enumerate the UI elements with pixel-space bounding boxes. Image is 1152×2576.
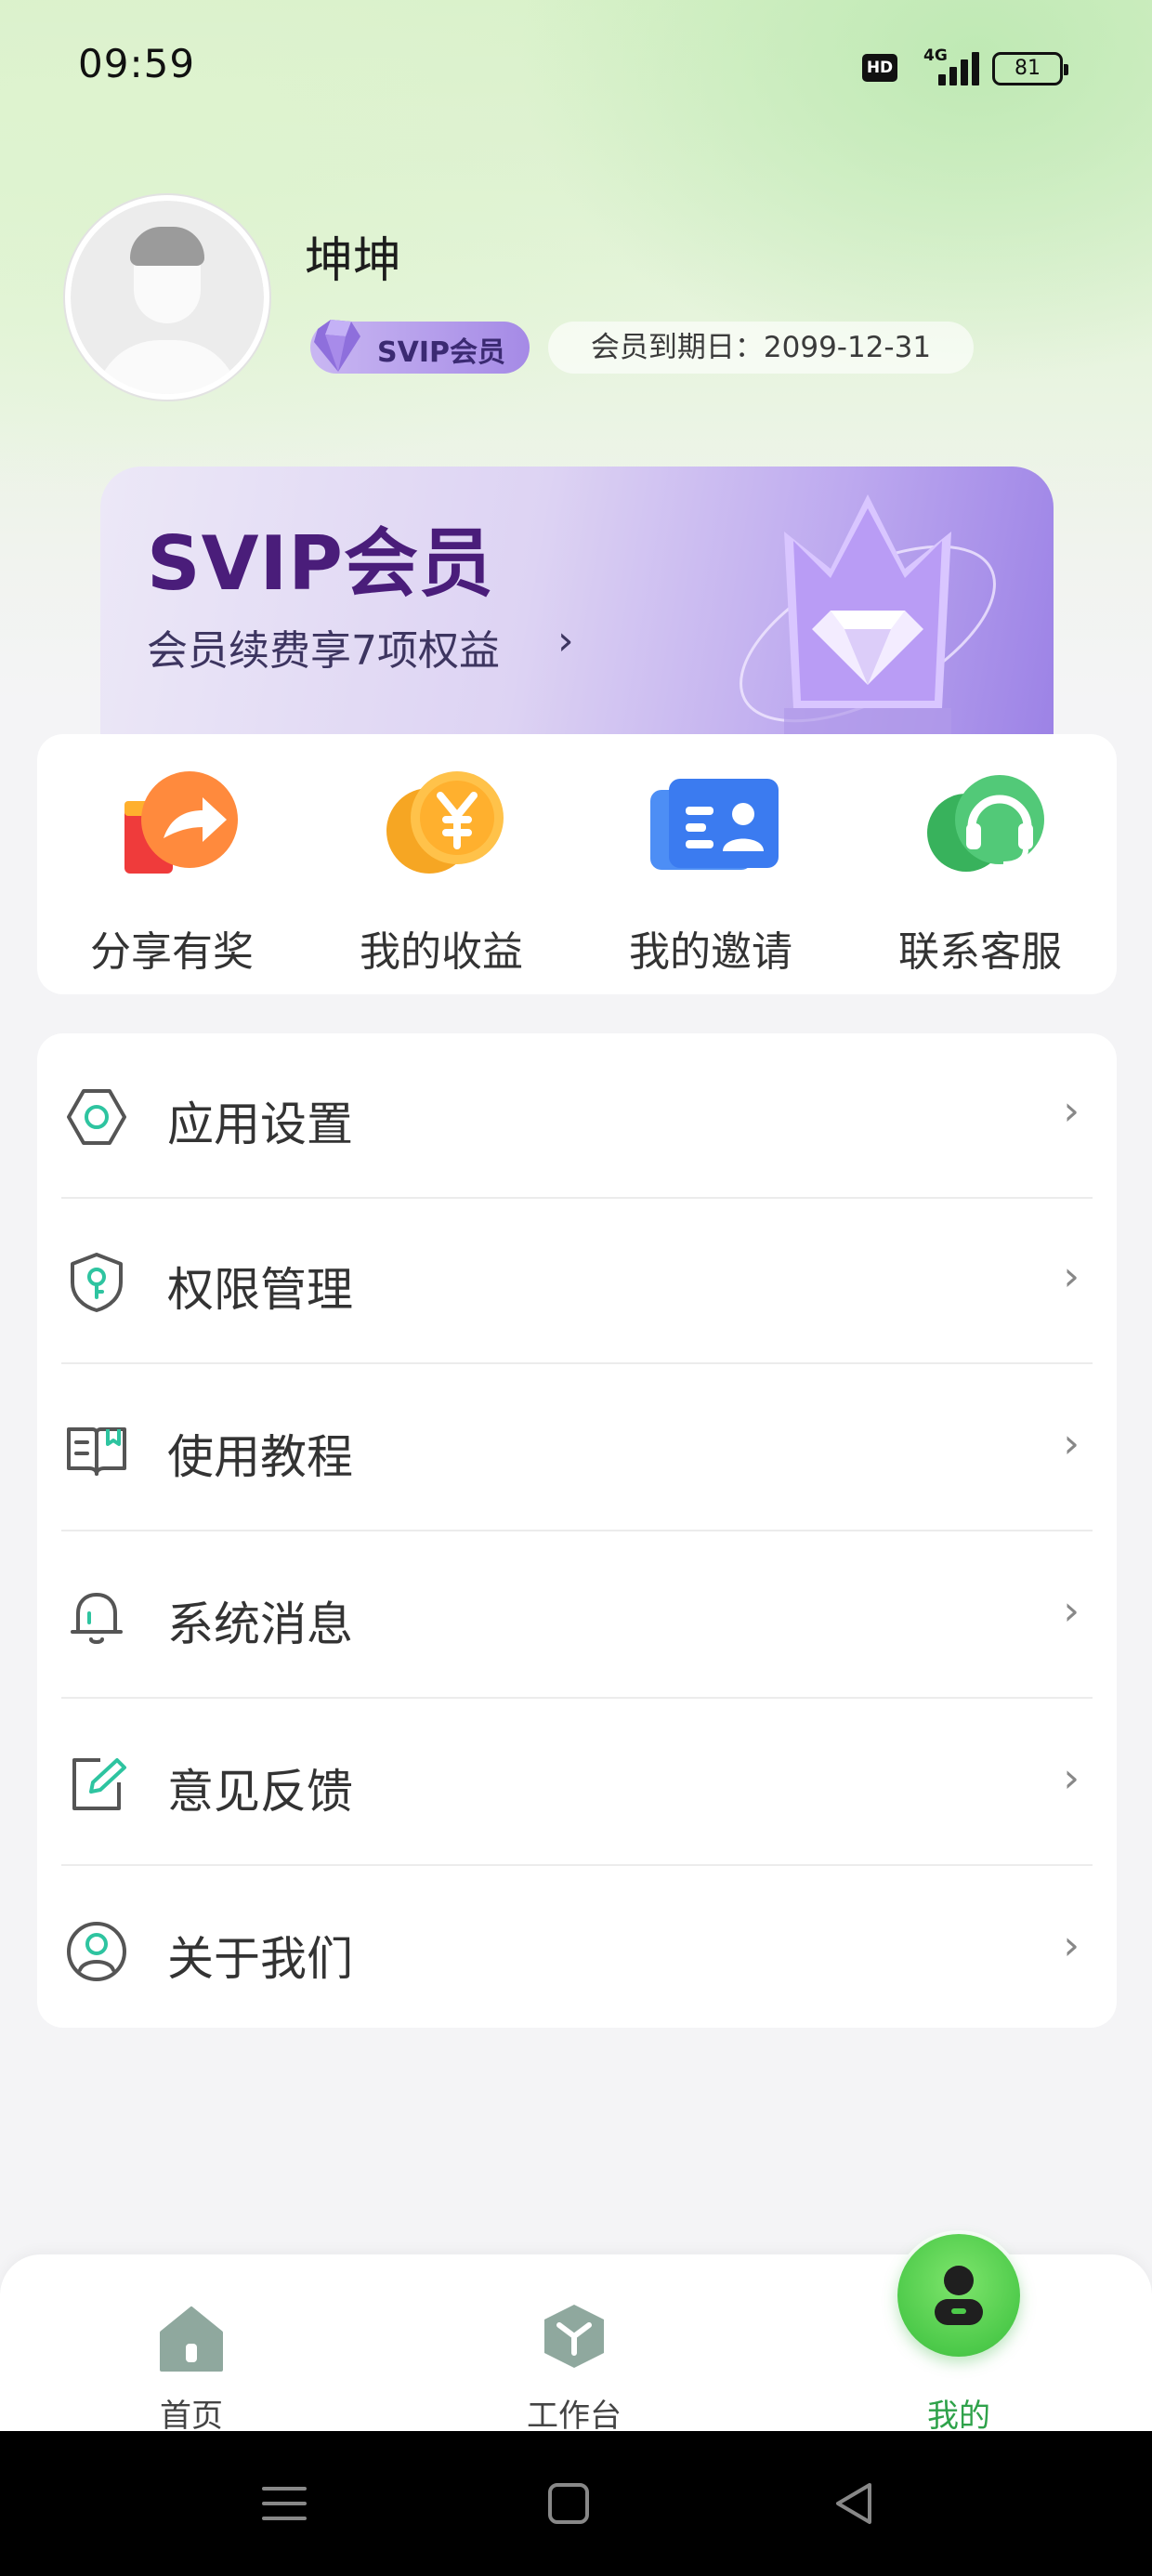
tab-mine[interactable] [897,2234,1020,2357]
divider [61,1697,1093,1699]
chevron-right-icon: › [1063,1253,1080,1300]
shield-key-icon [71,1253,123,1312]
workbench-cube-icon [544,2305,604,2368]
invite-card-icon [650,779,779,870]
menu-item-app-settings[interactable]: 应用设置 › [37,1033,1117,1199]
action-label: 分享有奖 [90,928,254,976]
chevron-right-icon: › [1063,1420,1080,1467]
menu-lines-icon[interactable] [256,2476,312,2531]
divider [61,1530,1093,1531]
menu-item-system-messages[interactable]: 系统消息 › [37,1533,1117,1699]
menu-item-label: 应用设置 [167,1097,353,1151]
headset-icon [927,775,1044,872]
action-label: 我的邀请 [629,928,792,976]
crown-diamond-icon [740,494,996,755]
tab-workbench[interactable]: 工作台 [435,2254,713,2435]
tab-home[interactable]: 首页 [52,2254,331,2435]
edit-icon [72,1758,126,1810]
chevron-right-icon: › [1063,1922,1080,1969]
diamond-icon [314,320,360,372]
svip-banner[interactable]: SVIP会员 会员续费享7项权益 › [100,467,1054,755]
menu-list: 应用设置 › 权限管理 › 使用教程 › 系统消息 › 意见反馈 › 关于我们 … [37,1033,1117,2028]
status-time: 09:59 [78,41,196,86]
menu-item-label: 权限管理 [167,1263,353,1317]
svip-badge: SVIP会员 [310,320,530,374]
home-icon [160,2307,223,2372]
action-customer-service[interactable]: 联系客服 [845,734,1115,994]
svip-badge-label: SVIP会员 [377,336,505,369]
coin-icon [386,771,504,874]
menu-item-label: 系统消息 [167,1597,353,1651]
menu-item-permissions[interactable]: 权限管理 › [37,1199,1117,1364]
menu-item-about-us[interactable]: 关于我们 › [37,1868,1117,2033]
chevron-right-icon: › [1063,1587,1080,1635]
action-my-earnings[interactable]: 我的收益 [307,734,576,994]
expire-date: 会员到期日：2099-12-31 [548,322,974,374]
settings-hexagon-icon [67,1089,126,1145]
menu-item-feedback[interactable]: 意见反馈 › [37,1701,1117,1866]
banner-subtitle: 会员续费享7项权益 [147,627,500,675]
system-nav-bar [0,2431,1152,2576]
action-label: 联系客服 [898,928,1062,976]
tab-label: 首页 [160,2398,223,2435]
battery-icon: 81 [992,52,1068,85]
menu-item-label: 关于我们 [167,1932,353,1986]
hd-icon: HD [862,54,897,82]
bell-icon [71,1593,123,1644]
book-icon [67,1427,126,1476]
action-my-invites[interactable]: 我的邀请 [576,734,845,994]
signal-icon [929,52,979,85]
action-share-reward[interactable]: 分享有奖 [37,734,307,994]
action-label: 我的收益 [360,928,523,976]
home-square-icon[interactable] [541,2476,596,2531]
chevron-right-icon: › [1063,1087,1080,1135]
user-icon [935,2266,983,2325]
user-circle-icon [67,1922,126,1981]
status-bar: 09:59 HD 4G 81 [0,0,1152,139]
username: 坤坤 [305,233,402,289]
banner-title: SVIP会员 [147,520,494,607]
quick-actions-card: 分享有奖 我的收益 我的邀请 联系客服 [37,734,1117,994]
chevron-right-icon: › [1063,1755,1080,1802]
back-triangle-icon[interactable] [827,2476,883,2531]
avatar-placeholder-icon [71,201,264,394]
tab-label: 工作台 [527,2398,622,2435]
gift-share-icon [124,771,238,874]
divider [61,1864,1093,1866]
avatar[interactable] [65,195,269,400]
divider [61,1362,1093,1364]
menu-item-label: 使用教程 [167,1430,353,1484]
chevron-right-icon: › [557,617,574,664]
menu-item-tutorial[interactable]: 使用教程 › [37,1366,1117,1531]
menu-item-label: 意见反馈 [167,1765,353,1819]
tab-mine-label: 我的 [927,2398,990,2435]
